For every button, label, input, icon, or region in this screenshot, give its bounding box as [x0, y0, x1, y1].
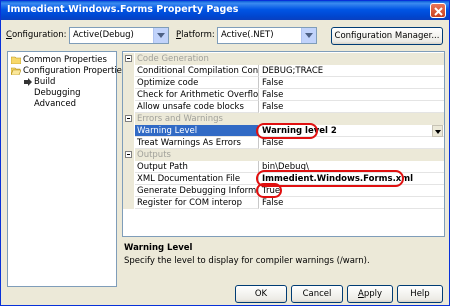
collapse-icon[interactable] — [123, 149, 134, 161]
ok-button[interactable]: OK — [235, 285, 287, 303]
property-name: Treat Warnings As Errors — [135, 137, 259, 149]
configuration-manager-button[interactable]: Configuration Manager... — [331, 27, 443, 45]
property-name: Generate Debugging Information — [135, 185, 259, 197]
highlight-oval — [256, 183, 282, 198]
property-row[interactable]: Register for COM interop False — [123, 197, 444, 209]
chevron-down-icon[interactable] — [153, 28, 168, 43]
configuration-value: Active(Debug) — [73, 30, 134, 40]
tree-item-advanced[interactable]: Advanced — [34, 99, 76, 110]
property-name: XML Documentation File — [135, 173, 259, 185]
configuration-combo[interactable]: Active(Debug) — [69, 27, 169, 44]
property-name: Optimize code — [135, 77, 259, 89]
property-tree[interactable]: Common Properties Configuration Properti… — [7, 51, 126, 287]
property-row[interactable]: Conditional Compilation Constants DEBUG;… — [123, 65, 444, 77]
collapse-icon[interactable] — [123, 53, 134, 65]
property-row[interactable]: Optimize code False — [123, 77, 444, 89]
property-row[interactable]: Allow unsafe code blocks False — [123, 101, 444, 113]
collapse-icon[interactable] — [123, 113, 134, 125]
property-name: Warning Level — [135, 125, 259, 137]
highlight-oval — [256, 123, 318, 139]
property-row[interactable]: Check for Arithmetic Overflow/Underflow … — [123, 89, 444, 101]
description-title: Warning Level — [124, 243, 193, 253]
property-name: Check for Arithmetic Overflow/Underflow — [135, 89, 259, 101]
title-bar[interactable]: Immedient.Windows.Forms Property Pages — [1, 1, 449, 20]
arrow-right-icon — [24, 78, 32, 86]
property-value[interactable]: DEBUG;TRACE — [260, 65, 444, 77]
window-title: Immedient.Windows.Forms Property Pages — [7, 4, 239, 15]
property-name: Allow unsafe code blocks — [135, 101, 259, 113]
chevron-down-icon[interactable] — [432, 125, 443, 137]
configuration-bar: Configuration: Active(Debug) Platform: A… — [1, 27, 449, 45]
description-text: Specify the level to display for compile… — [124, 256, 370, 266]
platform-label: Platform: — [176, 30, 215, 40]
close-icon — [434, 7, 443, 16]
property-grid[interactable]: Code Generation Conditional Compilation … — [122, 51, 445, 237]
tree-item-common-properties[interactable]: Common Properties — [11, 55, 107, 66]
platform-value: Active(.NET) — [221, 30, 274, 40]
tree-item-debugging[interactable]: Debugging — [34, 88, 81, 99]
tree-item-build[interactable]: Build — [24, 77, 55, 88]
property-value[interactable]: False — [260, 101, 444, 113]
folder-open-icon — [11, 67, 21, 75]
property-name: Register for COM interop — [135, 197, 259, 209]
category-outputs[interactable]: Outputs — [123, 149, 444, 161]
property-value[interactable]: False — [260, 197, 444, 209]
property-value[interactable]: False — [260, 77, 444, 89]
help-button[interactable]: Help — [397, 285, 443, 303]
close-button[interactable] — [430, 3, 446, 18]
tree-item-configuration-properties[interactable]: Configuration Properties — [11, 66, 126, 77]
property-pages-window: Immedient.Windows.Forms Property Pages C… — [0, 0, 450, 306]
folder-icon — [11, 56, 21, 64]
description-panel: Warning Level Specify the level to displ… — [122, 241, 445, 287]
property-value[interactable]: False — [260, 89, 444, 101]
cancel-button[interactable]: Cancel — [291, 285, 343, 303]
property-name: Output Path — [135, 161, 259, 173]
category-code-generation[interactable]: Code Generation — [123, 53, 444, 65]
configuration-label: Configuration: — [6, 30, 67, 40]
chevron-down-icon[interactable] — [301, 28, 316, 43]
property-name: Conditional Compilation Constants — [135, 65, 259, 77]
platform-combo[interactable]: Active(.NET) — [217, 27, 317, 44]
apply-button[interactable]: Apply — [347, 285, 393, 303]
